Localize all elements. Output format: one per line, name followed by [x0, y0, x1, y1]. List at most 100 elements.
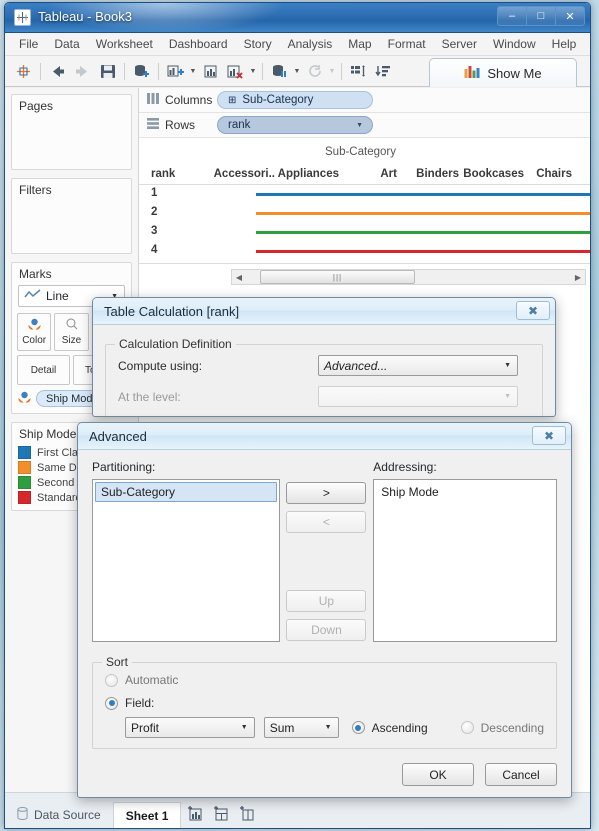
series-line-standard-class[interactable]	[256, 250, 590, 253]
move-buttons-column: > < Up Down	[280, 460, 374, 642]
advanced-dialog: Advanced ✖ Partitioning: Sub-Category > …	[77, 422, 572, 798]
columns-shelf-label: Columns	[147, 93, 217, 107]
clear-sheet-icon[interactable]	[223, 60, 248, 83]
column-header-art[interactable]: Art	[341, 168, 399, 180]
column-header-chairs[interactable]: Chairs	[526, 168, 574, 180]
ok-button[interactable]: OK	[402, 763, 474, 786]
sort-field-radio[interactable]	[105, 697, 118, 710]
sort-ascending-radio[interactable]	[352, 721, 365, 734]
redo-arrow-icon[interactable]	[70, 60, 95, 83]
menu-analysis[interactable]: Analysis	[280, 34, 341, 54]
chevron-down-icon[interactable]: ▼	[188, 60, 198, 83]
legend-swatch	[18, 446, 31, 459]
close-button[interactable]: ✕	[555, 6, 585, 26]
columns-pill-sub-category[interactable]: ⊞ Sub-Category	[217, 91, 373, 109]
new-worksheet-icon[interactable]	[187, 806, 203, 824]
show-me-button[interactable]: Show Me	[429, 58, 577, 87]
partitioning-label: Partitioning:	[92, 460, 280, 474]
scroll-right-arrow-icon[interactable]: ▶	[571, 273, 585, 282]
marks-size-button[interactable]: Size	[54, 313, 88, 351]
save-icon[interactable]	[95, 60, 120, 83]
marks-detail-button[interactable]: Detail	[17, 355, 70, 385]
scroll-left-arrow-icon[interactable]: ◀	[232, 273, 246, 282]
pages-card-title: Pages	[12, 95, 131, 117]
new-worksheet-icon[interactable]	[163, 60, 188, 83]
undo-arrow-icon[interactable]	[45, 60, 70, 83]
sort-automatic-row[interactable]: Automatic	[105, 673, 544, 687]
refresh-icon[interactable]	[302, 60, 327, 83]
compute-using-dropdown[interactable]: Advanced... ▼	[318, 355, 518, 376]
column-headers: rank Accessori.. Appliances Art Binders …	[139, 164, 590, 184]
column-header-binders[interactable]: Binders	[399, 168, 461, 180]
menu-data[interactable]: Data	[46, 34, 87, 54]
sort-automatic-radio[interactable]	[105, 674, 118, 687]
viz-header: Sub-Category rank Accessori.. Appliances…	[139, 138, 590, 184]
tableau-home-icon[interactable]	[11, 60, 36, 83]
menu-file[interactable]: File	[11, 34, 46, 54]
swap-rows-columns-icon[interactable]	[346, 60, 371, 83]
menu-worksheet[interactable]: Worksheet	[88, 34, 161, 54]
columns-shelf[interactable]: Columns ⊞ Sub-Category	[139, 88, 590, 113]
table-calculation-dialog: Table Calculation [rank] ✖ Calculation D…	[92, 297, 556, 417]
maximize-button[interactable]: □	[526, 6, 556, 26]
partitioning-item-sub-category[interactable]: Sub-Category	[95, 482, 277, 502]
sort-descending-icon[interactable]	[371, 60, 396, 83]
sort-ascending-option[interactable]: Ascending	[352, 721, 428, 735]
addressing-label: Addressing:	[373, 460, 557, 474]
rows-pill-rank[interactable]: rank ▼	[217, 116, 373, 134]
row-tick-label: 1	[151, 187, 157, 199]
cancel-button[interactable]: Cancel	[485, 763, 557, 786]
menu-map[interactable]: Map	[340, 34, 379, 54]
tableau-main-window: Tableau - Book3 – □ ✕ File Data Workshee…	[4, 2, 591, 829]
table-calculation-dialog-titlebar: Table Calculation [rank] ✖	[93, 298, 555, 325]
sort-aggregation-dropdown[interactable]: Sum ▼	[264, 717, 339, 738]
menu-window[interactable]: Window	[485, 34, 544, 54]
new-dashboard-icon[interactable]	[213, 806, 229, 824]
sheet-tab-sheet1[interactable]: Sheet 1	[114, 802, 182, 828]
close-icon[interactable]: ✖	[516, 301, 550, 320]
column-header-appliances[interactable]: Appliances	[277, 168, 341, 180]
series-line-second-class[interactable]	[256, 231, 590, 234]
addressing-listbox[interactable]: Ship Mode	[373, 479, 557, 642]
partitioning-listbox[interactable]: Sub-Category	[92, 479, 280, 642]
sort-descending-option[interactable]: Descending	[461, 721, 544, 735]
rows-pill-label: rank	[228, 119, 250, 131]
sort-field-dropdown[interactable]: Profit ▼	[125, 717, 255, 738]
close-icon[interactable]: ✖	[532, 426, 566, 445]
menu-format[interactable]: Format	[380, 34, 434, 54]
scrollbar-thumb[interactable]: |||	[260, 270, 415, 284]
filters-card[interactable]: Filters	[11, 178, 132, 254]
column-header-bookcases[interactable]: Bookcases	[461, 168, 526, 180]
window-titlebar: Tableau - Book3 – □ ✕	[5, 3, 590, 33]
filters-card-dropzone[interactable]	[12, 201, 131, 253]
pages-card[interactable]: Pages	[11, 94, 132, 170]
new-story-icon[interactable]	[239, 806, 255, 824]
shelves: Columns ⊞ Sub-Category Rows rank ▼	[139, 88, 590, 138]
chevron-down-icon[interactable]: ▼	[248, 60, 258, 83]
new-data-source-icon[interactable]	[129, 60, 154, 83]
move-right-button[interactable]: >	[286, 482, 366, 504]
menu-dashboard[interactable]: Dashboard	[161, 34, 236, 54]
minimize-button[interactable]: –	[497, 6, 527, 26]
pause-queries-icon[interactable]	[267, 60, 292, 83]
pages-card-dropzone[interactable]	[12, 117, 131, 169]
rows-shelf[interactable]: Rows rank ▼	[139, 113, 590, 138]
sort-field-row[interactable]: Field:	[105, 696, 544, 710]
series-line-first-class[interactable]	[256, 193, 590, 196]
column-header-accessories[interactable]: Accessori..	[211, 168, 277, 180]
horizontal-scrollbar[interactable]: ◀ ||| ▶	[231, 269, 586, 285]
chevron-down-icon[interactable]: ▼	[292, 60, 302, 83]
data-source-tab[interactable]: Data Source	[5, 802, 114, 828]
marks-color-button[interactable]: Color	[17, 313, 51, 351]
chevron-down-icon[interactable]: ▼	[356, 122, 363, 129]
menu-story[interactable]: Story	[236, 34, 280, 54]
size-circle-icon	[64, 318, 79, 334]
menu-help[interactable]: Help	[544, 34, 585, 54]
sort-descending-radio[interactable]	[461, 721, 474, 734]
addressing-item-ship-mode[interactable]: Ship Mode	[374, 480, 556, 502]
series-line-same-day[interactable]	[256, 212, 590, 215]
menu-server[interactable]: Server	[434, 34, 485, 54]
at-the-level-dropdown: ▼	[318, 386, 518, 407]
move-up-button: Up	[286, 590, 366, 612]
duplicate-sheet-icon[interactable]	[198, 60, 223, 83]
